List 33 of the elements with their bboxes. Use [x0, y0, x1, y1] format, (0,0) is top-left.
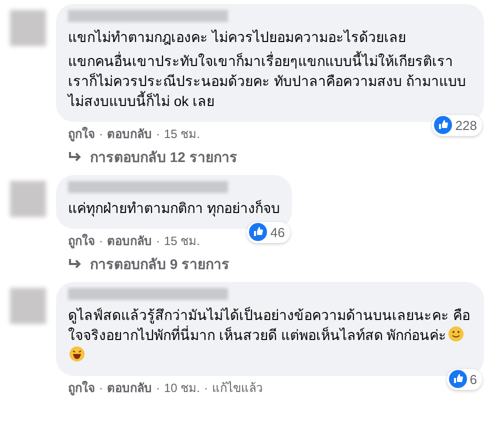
like-link[interactable]: ถูกใจ [68, 125, 95, 143]
reaction-count: 46 [270, 224, 285, 242]
comment-text: แขกคนอื่นเขาประทับใจเขาก็มาเรื่อยๆแขกแบบนี้ไม่ให้เกียรติเรา เราก็ไม่ควรประณีประนอมด้วยคะ ทับปาลาคือความสงบ ถ้ามาแบบไม่สงบแบบนี้ก็ไม่ ok เลย [68, 51, 467, 111]
reply-arrow-icon [68, 258, 82, 270]
comment-text: แค่ทุกฝ่ายทำตามกติกา ทุกอย่างก็จบ [68, 198, 280, 218]
reply-link[interactable]: ตอบกลับ [107, 379, 152, 397]
avatar-placeholder [10, 181, 46, 217]
reaction-count: 228 [455, 116, 477, 134]
comment-text: ดูไลฟ์สดแล้วรู้สึกว่ามันไม่ได้เป็นอย่างข้อความด้านบนเลยนะคะ คือใจจริงอยากไปพักที่นี่มาก เห็นสวยดี แต่พอเห็นไลท์สด พักก่อนค่ะ [68, 305, 472, 365]
reply-link[interactable]: ตอบกลับ [107, 125, 152, 143]
separator-dot: · [156, 126, 160, 143]
like-link[interactable]: ถูกใจ [68, 379, 95, 397]
comment-text: แขกไม่ทำตามกฎเองคะ ไม่ควรไปยอมความอะไรด้วยเลย [68, 28, 407, 47]
reply-link[interactable]: ตอบกลับ [107, 232, 152, 250]
separator-dot: · [204, 380, 208, 397]
laughing-face-icon [69, 346, 85, 362]
smiley-icon [448, 326, 464, 342]
comment-time: 15 ชม. [164, 126, 200, 143]
avatar-placeholder [10, 288, 46, 324]
edited-label: แก้ไขแล้ว [212, 380, 264, 397]
comment-time: 15 ชม. [164, 233, 200, 250]
view-replies-link[interactable]: การตอบกลับ 9 รายการ [90, 254, 230, 274]
view-replies-link[interactable]: การตอบกลับ 12 รายการ [90, 147, 238, 167]
separator-dot: · [99, 380, 103, 397]
separator-dot: · [99, 126, 103, 143]
comment-time: 10 ชม. [164, 380, 200, 397]
reply-arrow-icon [68, 151, 82, 163]
separator-dot: · [99, 233, 103, 250]
avatar-placeholder [10, 10, 46, 46]
reaction-count: 6 [470, 370, 477, 388]
separator-dot: · [156, 233, 160, 250]
separator-dot: · [156, 380, 160, 397]
like-link[interactable]: ถูกใจ [68, 232, 95, 250]
